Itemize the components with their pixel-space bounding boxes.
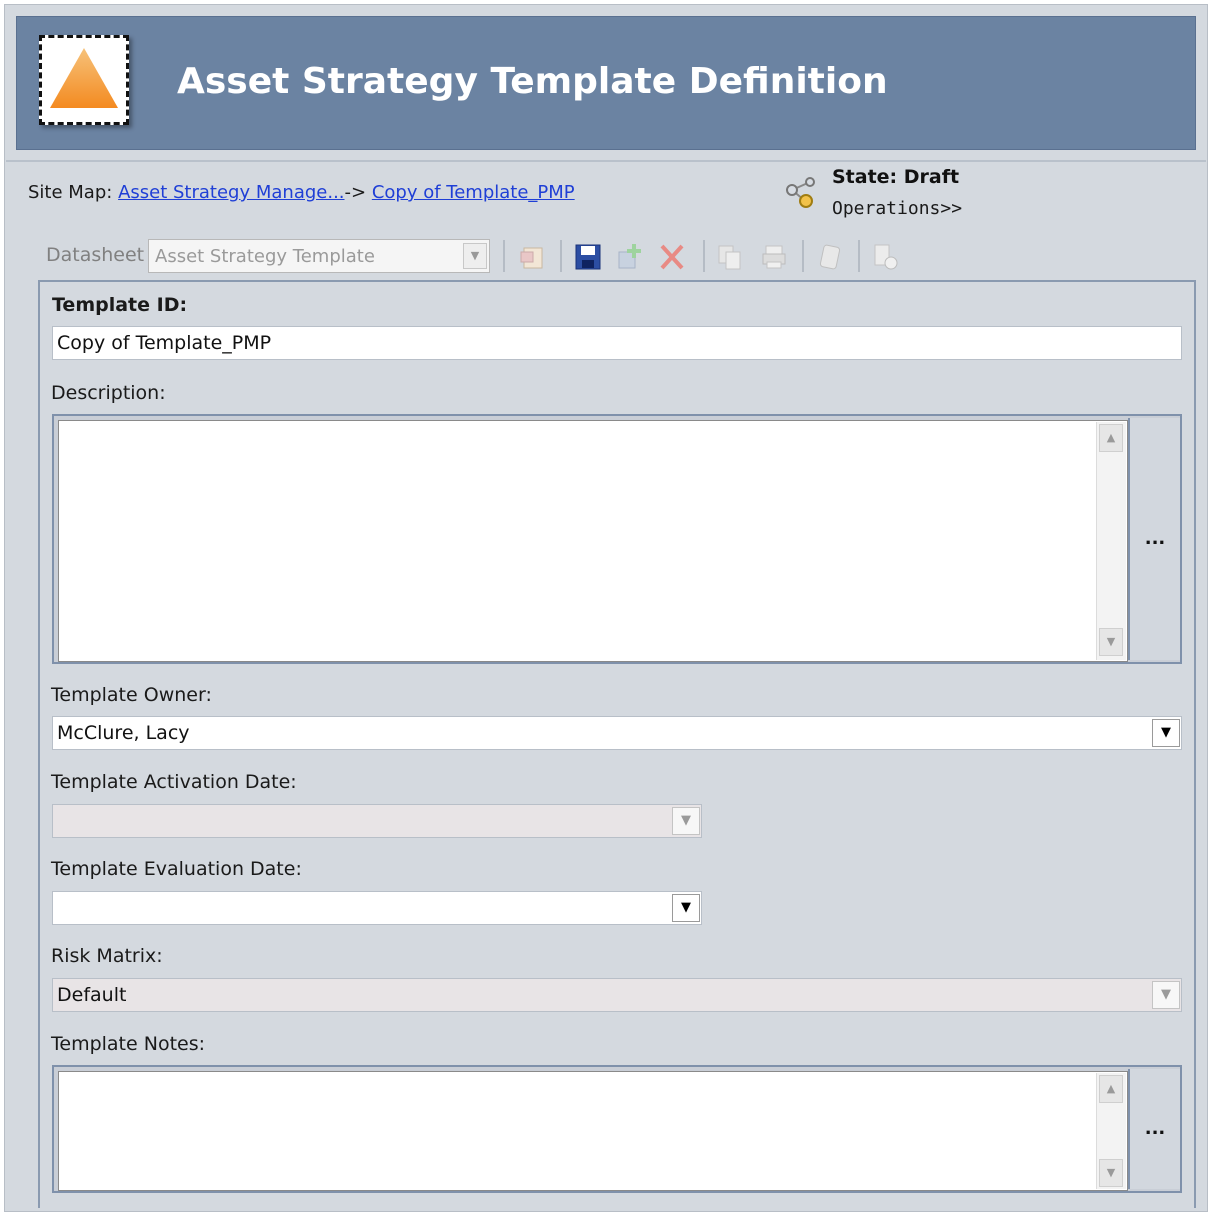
state-workflow-icon bbox=[786, 177, 815, 208]
operations-link[interactable]: Operations>> bbox=[832, 198, 962, 219]
page-title: Asset Strategy Template Definition bbox=[177, 61, 888, 102]
description-memo: ▲ ▼ ... bbox=[52, 414, 1182, 664]
chevron-down-icon[interactable]: ▼ bbox=[463, 243, 487, 269]
breadcrumb-prefix: Site Map: bbox=[28, 182, 113, 203]
report-icon[interactable] bbox=[872, 242, 900, 272]
template-id-label: Template ID: bbox=[52, 294, 188, 316]
description-label: Description: bbox=[51, 382, 166, 404]
save-icon[interactable] bbox=[574, 242, 602, 272]
chevron-down-icon[interactable]: ▼ bbox=[672, 894, 700, 922]
evaluation-date-label: Template Evaluation Date: bbox=[51, 858, 302, 880]
header-divider bbox=[6, 160, 1206, 162]
breadcrumb: Site Map: Asset Strategy Manage...-> Cop… bbox=[28, 182, 575, 203]
scroll-up-icon[interactable]: ▲ bbox=[1099, 1075, 1123, 1103]
warning-triangle-logo-icon bbox=[50, 48, 118, 108]
scroll-down-icon[interactable]: ▼ bbox=[1099, 1159, 1123, 1187]
template-notes-memo: ▲ ▼ ... bbox=[52, 1065, 1182, 1193]
chevron-down-icon: ▼ bbox=[672, 807, 700, 835]
template-notes-label: Template Notes: bbox=[51, 1033, 206, 1055]
description-textarea[interactable] bbox=[58, 420, 1128, 662]
toolbar-separator bbox=[703, 240, 705, 272]
datasheet-select[interactable]: Asset Strategy Template ▼ bbox=[148, 239, 490, 273]
scroll-up-icon[interactable]: ▲ bbox=[1099, 424, 1123, 452]
page-header: Asset Strategy Template Definition bbox=[16, 16, 1196, 150]
attach-icon[interactable] bbox=[816, 242, 844, 272]
add-child-icon[interactable] bbox=[616, 242, 644, 272]
activation-date-label: Template Activation Date: bbox=[51, 771, 297, 793]
description-scrollbar[interactable]: ▲ ▼ bbox=[1096, 422, 1126, 660]
chevron-down-icon[interactable]: ▼ bbox=[1152, 981, 1180, 1009]
risk-matrix-select[interactable]: Default bbox=[52, 978, 1182, 1012]
template-notes-ellipsis-button[interactable]: ... bbox=[1128, 1069, 1180, 1189]
datasheet-select-value: Asset Strategy Template bbox=[155, 246, 375, 267]
delete-icon[interactable] bbox=[658, 242, 686, 272]
logo bbox=[39, 35, 129, 125]
toolbar-separator bbox=[503, 240, 505, 272]
toolbar-separator bbox=[858, 240, 860, 272]
template-owner-value: McClure, Lacy bbox=[57, 722, 190, 744]
state-label: State: Draft bbox=[832, 166, 960, 188]
template-notes-textarea[interactable] bbox=[58, 1071, 1128, 1191]
evaluation-date-field[interactable] bbox=[52, 891, 702, 925]
print-icon[interactable] bbox=[760, 242, 788, 272]
template-id-field[interactable]: Copy of Template_PMP bbox=[52, 326, 1182, 360]
datasheet-label: Datasheet bbox=[46, 244, 145, 266]
chevron-down-icon[interactable]: ▼ bbox=[1152, 719, 1180, 747]
template-owner-label: Template Owner: bbox=[51, 684, 212, 706]
scroll-down-icon[interactable]: ▼ bbox=[1099, 628, 1123, 656]
risk-matrix-value: Default bbox=[57, 984, 127, 1006]
template-id-value: Copy of Template_PMP bbox=[57, 332, 272, 354]
description-ellipsis-button[interactable]: ... bbox=[1128, 418, 1180, 660]
toolbar-separator bbox=[560, 240, 562, 272]
risk-matrix-label: Risk Matrix: bbox=[51, 945, 163, 967]
breadcrumb-link-asset-strategy[interactable]: Asset Strategy Manage... bbox=[118, 182, 344, 203]
breadcrumb-link-template[interactable]: Copy of Template_PMP bbox=[372, 182, 575, 203]
breadcrumb-separator: -> bbox=[344, 182, 367, 203]
template-notes-scrollbar[interactable]: ▲ ▼ bbox=[1096, 1073, 1126, 1189]
template-owner-select[interactable]: McClure, Lacy bbox=[52, 716, 1182, 750]
copy-icon[interactable] bbox=[716, 242, 744, 272]
toolbar-separator bbox=[802, 240, 804, 272]
new-document-icon[interactable] bbox=[518, 242, 546, 272]
activation-date-field bbox=[52, 804, 702, 838]
